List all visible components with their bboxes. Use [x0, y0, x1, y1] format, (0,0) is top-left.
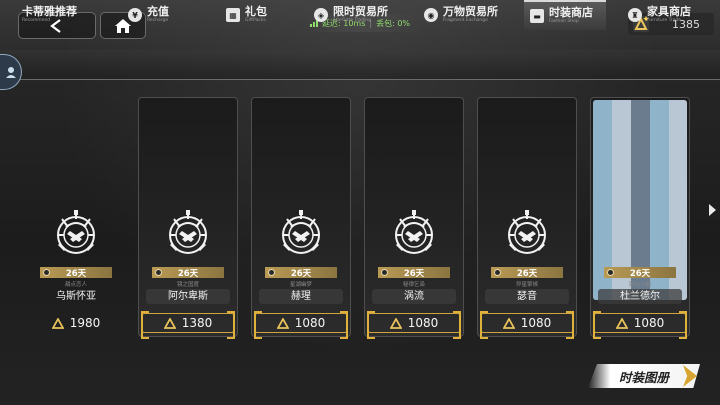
gem-icon [502, 317, 515, 329]
outfit-card[interactable]: 26天趴心一刻 杜兰德尔 1080 [590, 97, 690, 339]
outfit-card[interactable]: 26天异星擎候 瑟音 1080 [477, 97, 577, 339]
character-name: 杜兰德尔 [598, 289, 682, 304]
price-button[interactable]: 1080 [593, 311, 687, 339]
trade-icon: ◈ [314, 8, 328, 22]
duration-badge: 26天 [40, 267, 112, 279]
catalog-label: 时装图册 [618, 369, 669, 385]
duration-text: 26天 [403, 268, 425, 279]
clock-icon [43, 269, 50, 276]
clock-icon [494, 269, 501, 276]
exchange-icon: ◉ [424, 8, 438, 22]
tab-label: 卡蒂雅推荐 [22, 5, 77, 19]
duration-text: 26天 [290, 268, 312, 279]
duration-badge: 26天 [152, 267, 224, 279]
duration-badge: 26天 [491, 267, 563, 279]
character-name: 赫瑆 [259, 289, 343, 304]
character-name: 阿尔卑斯 [146, 289, 230, 304]
price-value: 1380 [181, 316, 213, 330]
clock-icon [155, 269, 162, 276]
tab-label: 万物贸易所 [443, 5, 498, 19]
faction-emblem-icon [48, 205, 104, 261]
furniture-icon: ♜ [628, 8, 642, 22]
outfit-card[interactable]: 26天秘律乞枭 涡流 1080 [364, 97, 464, 339]
tab-sublabel: Fashion Shop [549, 19, 579, 25]
duration-text: 26天 [177, 268, 199, 279]
tab-recommend[interactable]: 卡蒂雅推荐 Recommend [22, 0, 77, 30]
price-value: 1080 [520, 316, 552, 330]
duration-badge: 26天 [604, 267, 676, 279]
gem-icon [163, 317, 176, 329]
tab-sublabel: Furniture Trade [647, 18, 681, 24]
duration-text: 26天 [516, 268, 538, 279]
tab-label: 限时贸易所 [333, 5, 388, 19]
tab-fashion-shop[interactable]: ▬ 时装商店 Fashion Shop [524, 0, 606, 30]
faction-emblem-icon [160, 205, 216, 261]
tab-furniture[interactable]: ♜ 家具商店 Furniture Trade [628, 0, 691, 30]
gem-icon [51, 317, 64, 329]
tab-label: 充值 [147, 5, 169, 19]
tab-sublabel: Recharge [147, 18, 169, 24]
gem-icon [389, 317, 402, 329]
price-value: 1980 [69, 316, 101, 330]
price-button[interactable]: 1080 [367, 311, 461, 339]
tab-sublabel: Recommend [22, 18, 51, 24]
price-value: 1080 [294, 316, 326, 330]
faction-emblem-icon [273, 205, 329, 261]
clock-icon [381, 269, 388, 276]
outfit-series: 异星擎候 [515, 282, 538, 288]
tab-label: 家具商店 [647, 5, 691, 19]
scroll-right-arrow-icon[interactable] [708, 203, 718, 217]
tab-label: 时装商店 [549, 6, 593, 20]
outfit-series: 秘律乞枭 [402, 282, 425, 288]
tab-giftpacks[interactable]: ▦ 礼包 GiftPacks [226, 0, 267, 30]
fashion-icon: ▬ [530, 9, 544, 23]
tab-fragment-exchange[interactable]: ◉ 万物贸易所 Fragment Exchange [424, 0, 498, 30]
tab-limited-trade[interactable]: ◈ 限时贸易所 StarGate Trading [314, 0, 388, 30]
faction-emblem-icon [386, 205, 442, 261]
tab-sublabel: GiftPacks [245, 18, 266, 24]
gem-icon [615, 317, 628, 329]
outfit-card[interactable]: 26天甜点恋人乌斯怀亚 1980 [26, 97, 126, 337]
outfit-card[interactable]: 26天镜之国度 阿尔卑斯 1380 [138, 97, 238, 339]
duration-badge: 26天 [265, 267, 337, 279]
shop-tab-bar [0, 50, 720, 80]
character-name: 乌斯怀亚 [56, 291, 96, 302]
duration-badge: 26天 [378, 267, 450, 279]
duration-text: 26天 [629, 268, 651, 279]
outfit-series: 甜点恋人 [64, 282, 87, 288]
faction-emblem-icon [499, 205, 555, 261]
price-button[interactable]: 1080 [254, 311, 348, 339]
clock-icon [268, 269, 275, 276]
outfit-series: 星湖幽梦 [289, 282, 312, 288]
tab-label: 礼包 [245, 5, 267, 19]
price-button[interactable]: 1080 [480, 311, 574, 339]
tab-sublabel: Fragment Exchange [443, 18, 488, 24]
character-name: 瑟音 [485, 289, 569, 304]
outfit-card[interactable]: 26天星湖幽梦 赫瑆 1080 [251, 97, 351, 339]
gem-icon [276, 317, 289, 329]
yen-icon: ¥ [128, 8, 142, 22]
price-value: 1080 [407, 316, 439, 330]
price-button[interactable]: 1980 [30, 313, 122, 333]
tab-sublabel: StarGate Trading [333, 18, 371, 24]
outfit-series: 镜之国度 [176, 282, 199, 288]
outfit-series: 趴心一刻 [628, 282, 651, 288]
duration-text: 26天 [65, 268, 87, 279]
price-value: 1080 [633, 316, 665, 330]
character-name: 涡流 [372, 289, 456, 304]
tab-recharge[interactable]: ¥ 充值 Recharge [128, 0, 169, 30]
price-button[interactable]: 1380 [141, 311, 235, 339]
gift-icon: ▦ [226, 8, 240, 22]
fashion-catalog-button[interactable]: 时装图册 [588, 364, 700, 388]
clock-icon [607, 269, 614, 276]
